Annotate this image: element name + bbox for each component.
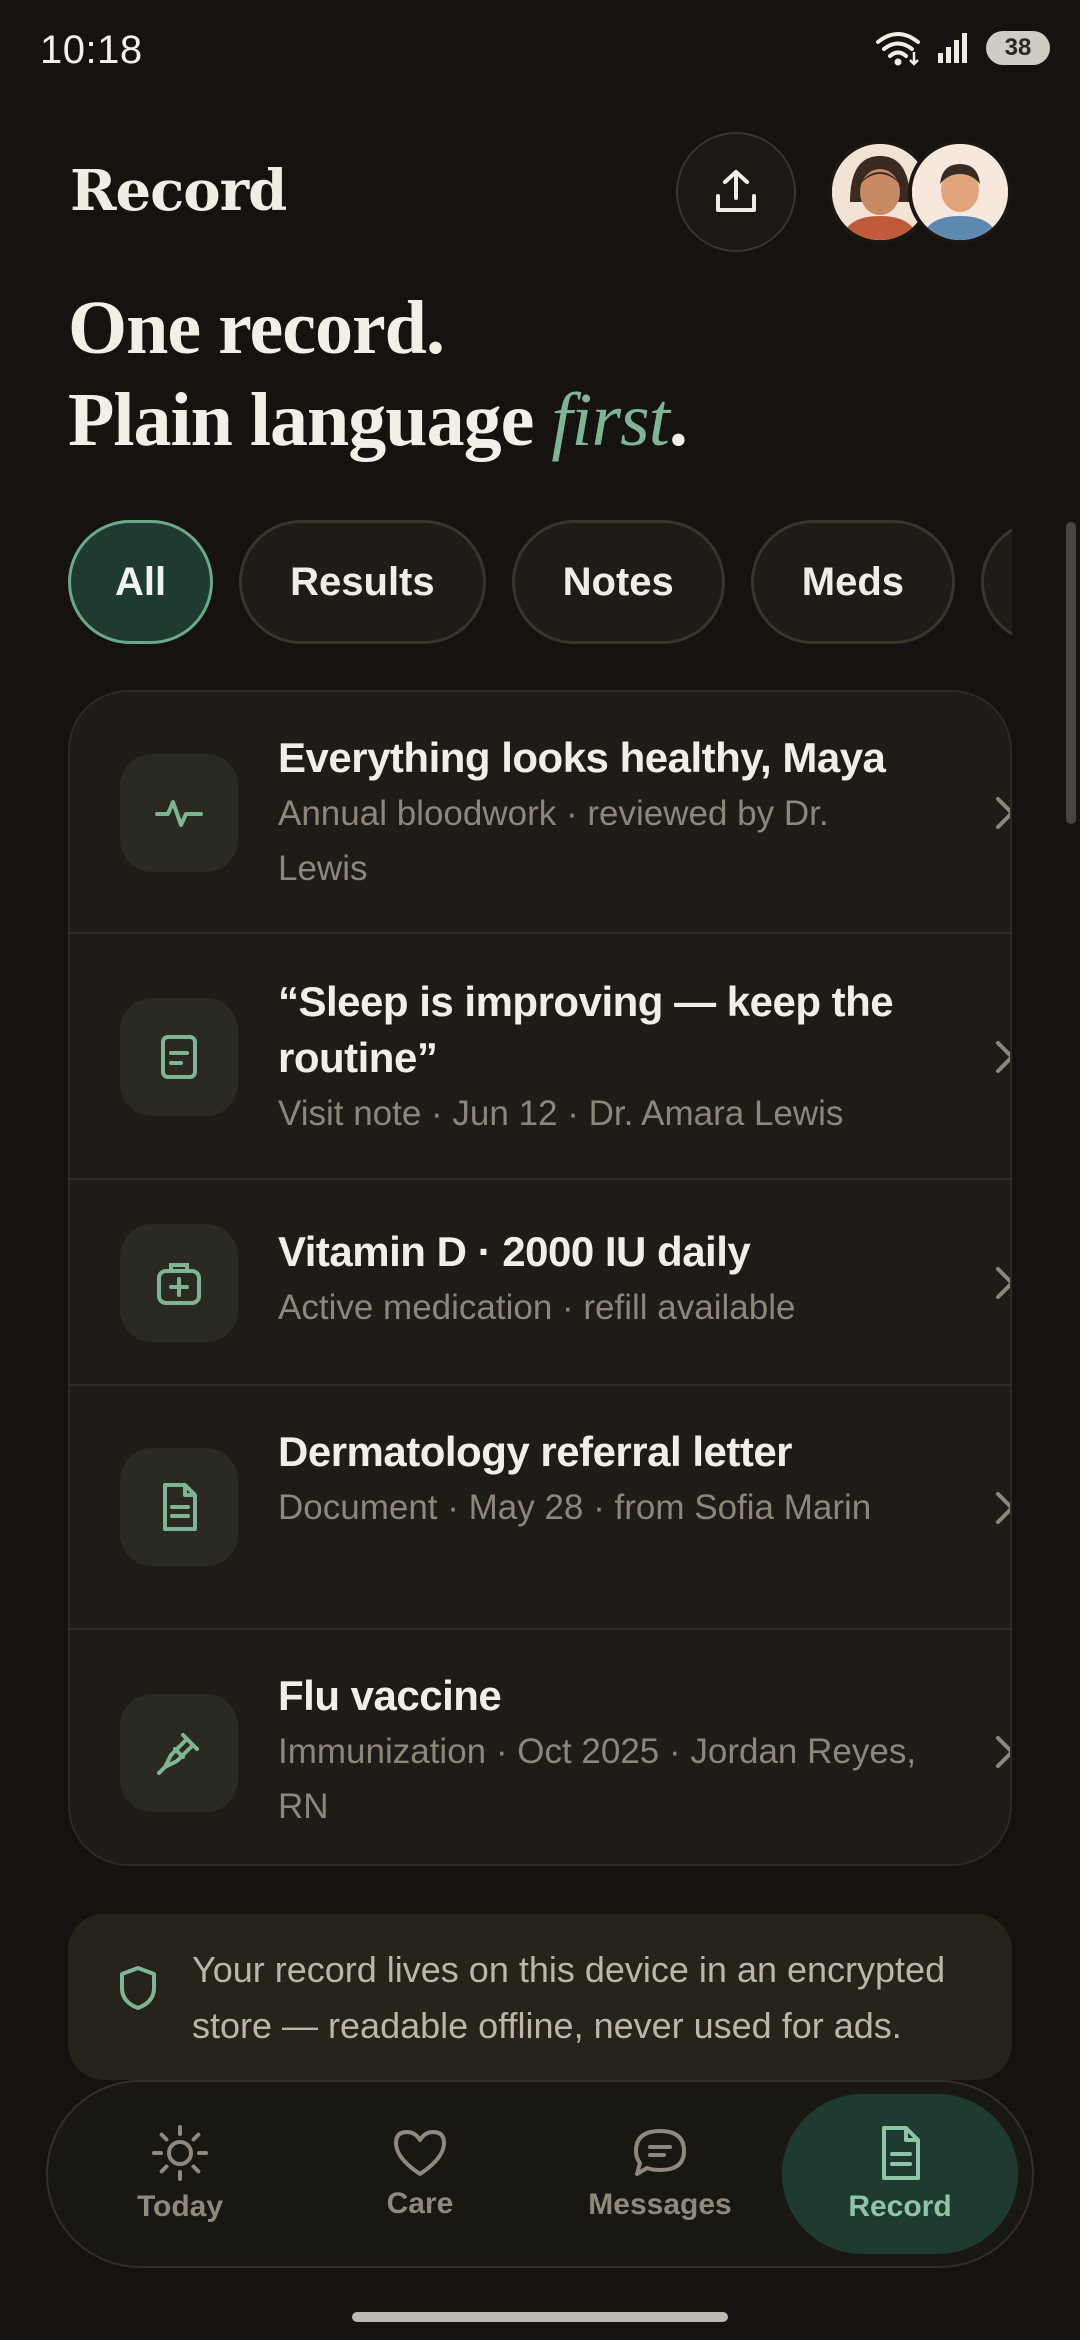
list-item[interactable]: Vitamin D · 2000 IU daily Active medicat… [70,1180,1010,1386]
record-screen: 10:18 38 Record One record. Plain langua… [0,0,1080,2340]
filter-chip-more[interactable] [981,520,1012,644]
syringe-icon [120,1694,238,1812]
chevron-right-icon [990,1263,1010,1303]
signal-icon [938,33,967,63]
filter-chip-results[interactable]: Results [239,520,486,644]
document-icon [120,1448,238,1566]
list-item-subtitle: Document · May 28 · from Sofia Marin [278,1488,872,1527]
activity-icon [120,754,238,872]
privacy-text: Your record lives on this device in an e… [192,1949,946,2046]
list-item[interactable]: Everything looks healthy, Maya Annual bl… [70,692,1010,934]
page-title: Record [70,158,287,224]
list-item-title: Vitamin D · 2000 IU daily [278,1228,751,1275]
hero-line-1: One record. [68,286,445,370]
list-item[interactable]: “Sleep is improving — keep the routine” … [70,934,1010,1180]
privacy-notice: Your record lives on this device in an e… [68,1914,1012,2080]
nav-label: Record [848,2190,952,2223]
list-item-subtitle: Immunization · Oct 2025 · Jordan Reyes, … [278,1732,917,1826]
chat-icon [634,2129,686,2176]
document-icon [882,2126,920,2180]
list-item[interactable]: Dermatology referral letter Document · M… [70,1386,1010,1630]
list-item-title: “Sleep is improving — keep the routine” [278,978,894,1081]
list-item-title: Dermatology referral letter [278,1428,793,1475]
chevron-right-icon [990,1037,1010,1077]
status-bar: 10:18 38 [0,0,1080,100]
filter-chip-notes[interactable]: Notes [511,520,725,644]
avatar[interactable] [908,140,1012,244]
chevron-right-icon [990,1488,1010,1528]
bottom-navigation: Today Care Messages Record [46,2080,1034,2268]
filter-chips: All Results Notes Meds [68,520,1012,644]
wifi-icon [876,32,920,66]
list-item-subtitle: Visit note · Jun 12 · Dr. Amara Lewis [278,1094,844,1133]
filter-chip-all[interactable]: All [68,520,214,644]
chevron-right-icon [990,793,1010,833]
status-icons: 38 [874,30,1050,66]
person-avatar-icon [912,144,1008,240]
list-item-subtitle: Active medication · refill available [278,1288,796,1327]
chevron-right-icon [990,1732,1010,1772]
list-item[interactable]: Flu vaccine Immunization · Oct 2025 · Jo… [70,1630,1010,1864]
nav-label: Messages [588,2188,732,2221]
heart-icon [394,2130,446,2176]
status-time: 10:18 [40,28,143,72]
hero-emphasis: first [551,378,669,462]
nav-label: Today [136,2190,224,2223]
upload-icon [716,170,756,212]
hero-line-2: Plain language first. [68,378,688,462]
scrollbar[interactable] [1066,522,1076,824]
nav-item-care[interactable]: Care [302,2094,538,2254]
profile-switcher[interactable] [828,140,1012,246]
list-item-title: Flu vaccine [278,1672,502,1719]
shield-icon [120,1966,156,2010]
list-item-subtitle: Annual bloodwork · reviewed by Dr. Lewis [278,794,829,888]
list-item-title: Everything looks healthy, Maya [278,734,886,781]
filter-chip-meds[interactable]: Meds [750,520,956,644]
record-list: Everything looks healthy, Maya Annual bl… [68,690,1012,1866]
home-indicator[interactable] [352,2312,728,2322]
nav-label: Care [386,2187,454,2220]
note-icon [120,998,238,1116]
nav-item-messages[interactable]: Messages [542,2094,778,2254]
sun-icon [152,2125,208,2181]
share-button[interactable] [676,132,796,252]
nav-item-today[interactable]: Today [62,2094,298,2254]
hero-heading: One record. Plain language first. [68,282,688,466]
medkit-icon [120,1224,238,1342]
nav-item-record[interactable]: Record [782,2094,1018,2254]
battery-indicator: 38 [986,31,1050,65]
